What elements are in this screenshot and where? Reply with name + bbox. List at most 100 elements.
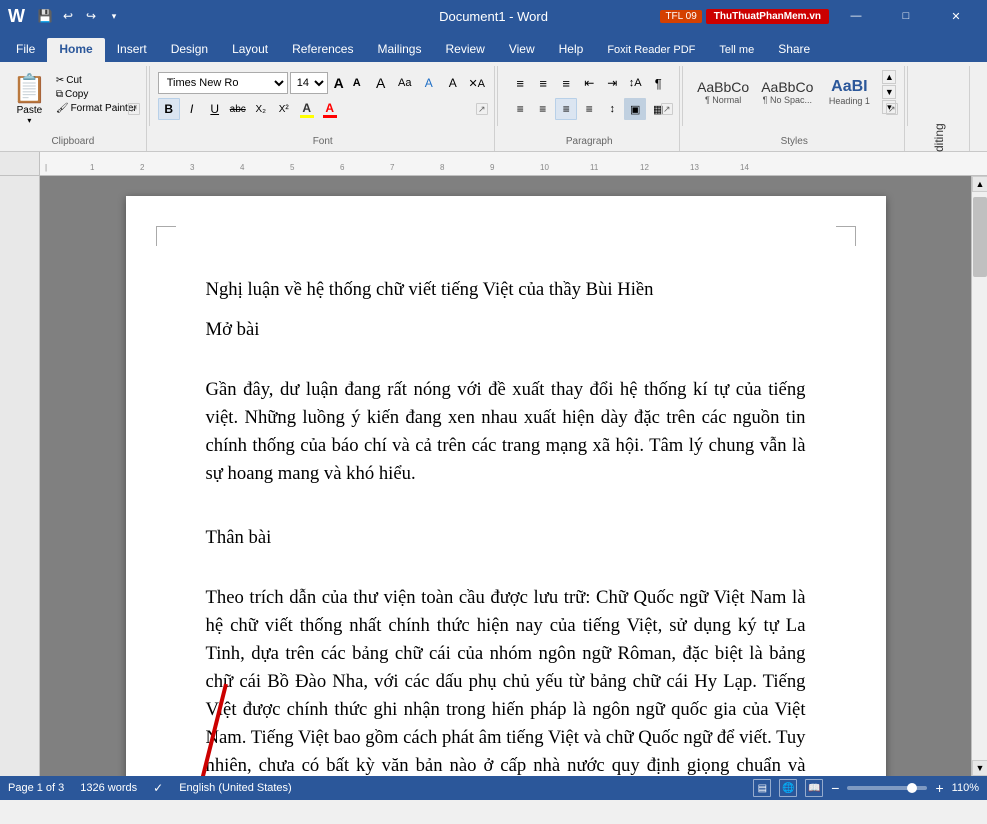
tab-review[interactable]: Review [433, 38, 496, 62]
paste-dropdown-icon[interactable]: ▾ [27, 116, 31, 125]
cut-icon: ✂ [56, 75, 64, 86]
close-button[interactable]: ✕ [933, 0, 979, 32]
document-scroll-area[interactable]: Nghị luận về hệ thống chữ viết tiếng Việ… [40, 176, 971, 776]
font-color-button[interactable]: A [319, 98, 341, 120]
tab-mailings[interactable]: Mailings [365, 38, 433, 62]
shrink-font-button[interactable]: A [348, 72, 366, 94]
bold-button[interactable]: B [158, 98, 180, 120]
page-indicator[interactable]: Page 1 of 3 [8, 782, 64, 794]
separator-2 [497, 66, 498, 126]
print-layout-view-button[interactable]: ▤ [753, 779, 771, 797]
save-button[interactable]: 💾 [35, 6, 55, 26]
scroll-down-button[interactable]: ▼ [972, 760, 987, 776]
clipboard-group: 📋 Paste ▾ ✂ Cut ⧉ Copy 🖌 Format Painter [0, 66, 147, 151]
underline-button[interactable]: U [204, 98, 226, 120]
style-no-spacing[interactable]: AaBbCo ¶ No Spac... [756, 76, 818, 108]
scroll-track[interactable] [972, 192, 987, 760]
tab-share[interactable]: Share [766, 38, 822, 62]
minimize-button[interactable]: — [833, 0, 879, 32]
scroll-thumb[interactable] [973, 197, 987, 277]
styles-scroll-down[interactable]: ▼ [882, 85, 896, 99]
scroll-up-button[interactable]: ▲ [972, 176, 987, 192]
ribbon: 📋 Paste ▾ ✂ Cut ⧉ Copy 🖌 Format Painter [0, 62, 987, 152]
language-indicator[interactable]: English (United States) [179, 782, 292, 794]
clear-format-button[interactable]: A [370, 72, 392, 94]
style-normal[interactable]: AaBbCo ¶ Normal [692, 76, 754, 108]
tab-view[interactable]: View [497, 38, 547, 62]
superscript-button[interactable]: X² [273, 98, 295, 120]
style-heading1[interactable]: AaBI Heading 1 [820, 75, 878, 109]
tab-file[interactable]: File [4, 38, 47, 62]
copy-button[interactable]: ⧉ Copy [53, 88, 140, 101]
document-title-text: Nghị luận về hệ thống chữ viết tiếng Việ… [206, 276, 806, 304]
ribbon-tabs: File Home Insert Design Layout Reference… [0, 32, 987, 62]
multilevel-list-button[interactable]: ≡ [555, 72, 577, 94]
paragraph-group-label: Paragraph [500, 133, 679, 147]
format-painter-button[interactable]: 🖌 Format Painter [53, 102, 140, 115]
zoom-level[interactable]: 110% [952, 782, 979, 794]
font-name-select[interactable]: Times New Ro [158, 72, 288, 94]
change-case-button[interactable]: Aa [394, 72, 416, 94]
subscript-button[interactable]: X₂ [250, 98, 272, 120]
tab-design[interactable]: Design [159, 38, 220, 62]
zoom-slider[interactable] [847, 786, 927, 790]
decrease-indent-button[interactable]: ⇤ [578, 72, 600, 94]
shading-button[interactable]: ▣ [624, 98, 646, 120]
section-mo-bai: Mở bài [206, 316, 806, 344]
clear-all-format-button[interactable]: ✕A [466, 72, 488, 94]
grow-font-button[interactable]: A [330, 72, 348, 94]
text-effects-button[interactable]: A [418, 72, 440, 94]
title-bar-left: W 💾 ↩ ↪ ▾ [8, 6, 124, 27]
paste-button[interactable]: 📋 Paste ▾ [6, 70, 53, 127]
align-right-button[interactable]: ≡ [555, 98, 577, 120]
redo-button[interactable]: ↪ [81, 6, 101, 26]
paragraph-group: ≡ ≡ ≡ ⇤ ⇥ ↕A ¶ ≡ ≡ ≡ ≡ ↕ ▣ ▦ ↗ Parag [500, 66, 680, 151]
styles-group-label: Styles [685, 133, 904, 147]
tab-tellme[interactable]: Tell me [707, 40, 766, 62]
strikethrough-button[interactable]: abc [227, 98, 249, 120]
line-spacing-button[interactable]: ↕ [601, 98, 623, 120]
styles-scroll-up[interactable]: ▲ [882, 70, 896, 84]
ruler-area: | 1 2 3 4 5 6 7 8 9 10 11 12 13 14 [0, 152, 987, 176]
align-center-button[interactable]: ≡ [532, 98, 554, 120]
zoom-out-button[interactable]: − [831, 780, 839, 796]
font-size-select[interactable]: 14 [290, 72, 328, 94]
copy-icon: ⧉ [56, 89, 63, 100]
increase-indent-button[interactable]: ⇥ [601, 72, 623, 94]
maximize-button[interactable]: □ [883, 0, 929, 32]
numbering-button[interactable]: ≡ [532, 72, 554, 94]
zoom-slider-thumb[interactable] [907, 783, 917, 793]
highlight-color-button[interactable]: A [442, 72, 464, 94]
separator-3 [682, 66, 683, 126]
word-count[interactable]: 1326 words [80, 782, 137, 794]
italic-button[interactable]: I [181, 98, 203, 120]
format-painter-icon: 🖌 [56, 103, 69, 114]
undo-button[interactable]: ↩ [58, 6, 78, 26]
brand-logo: ThuThuatPhanMem.vn [706, 9, 829, 24]
tab-help[interactable]: Help [547, 38, 596, 62]
tab-references[interactable]: References [280, 38, 365, 62]
tab-insert[interactable]: Insert [105, 38, 159, 62]
cut-button[interactable]: ✂ Cut [53, 74, 140, 87]
bullets-button[interactable]: ≡ [509, 72, 531, 94]
document-title: Document1 - Word [439, 9, 548, 24]
customize-qt-button[interactable]: ▾ [104, 6, 124, 26]
tab-home[interactable]: Home [47, 38, 104, 62]
paragraph-2: Theo trích dẫn của thư viện toàn cầu đượ… [206, 584, 806, 776]
tab-foxit[interactable]: Foxit Reader PDF [595, 40, 707, 62]
read-mode-button[interactable]: 📖 [805, 779, 823, 797]
quick-access-toolbar: 💾 ↩ ↪ ▾ [35, 6, 124, 26]
sort-button[interactable]: ↕A [624, 72, 646, 94]
status-bar: Page 1 of 3 1326 words ✓ English (United… [0, 776, 987, 800]
tab-layout[interactable]: Layout [220, 38, 280, 62]
align-left-button[interactable]: ≡ [509, 98, 531, 120]
page-corner-tl [156, 226, 176, 246]
text-highlight-button[interactable]: A [296, 98, 318, 120]
separator-1 [149, 66, 150, 126]
justify-button[interactable]: ≡ [578, 98, 600, 120]
word-logo-icon: W [8, 6, 25, 27]
web-layout-view-button[interactable]: 🌐 [779, 779, 797, 797]
show-hide-button[interactable]: ¶ [647, 72, 669, 94]
zoom-in-button[interactable]: + [935, 780, 943, 796]
document-page[interactable]: Nghị luận về hệ thống chữ viết tiếng Việ… [126, 196, 886, 776]
